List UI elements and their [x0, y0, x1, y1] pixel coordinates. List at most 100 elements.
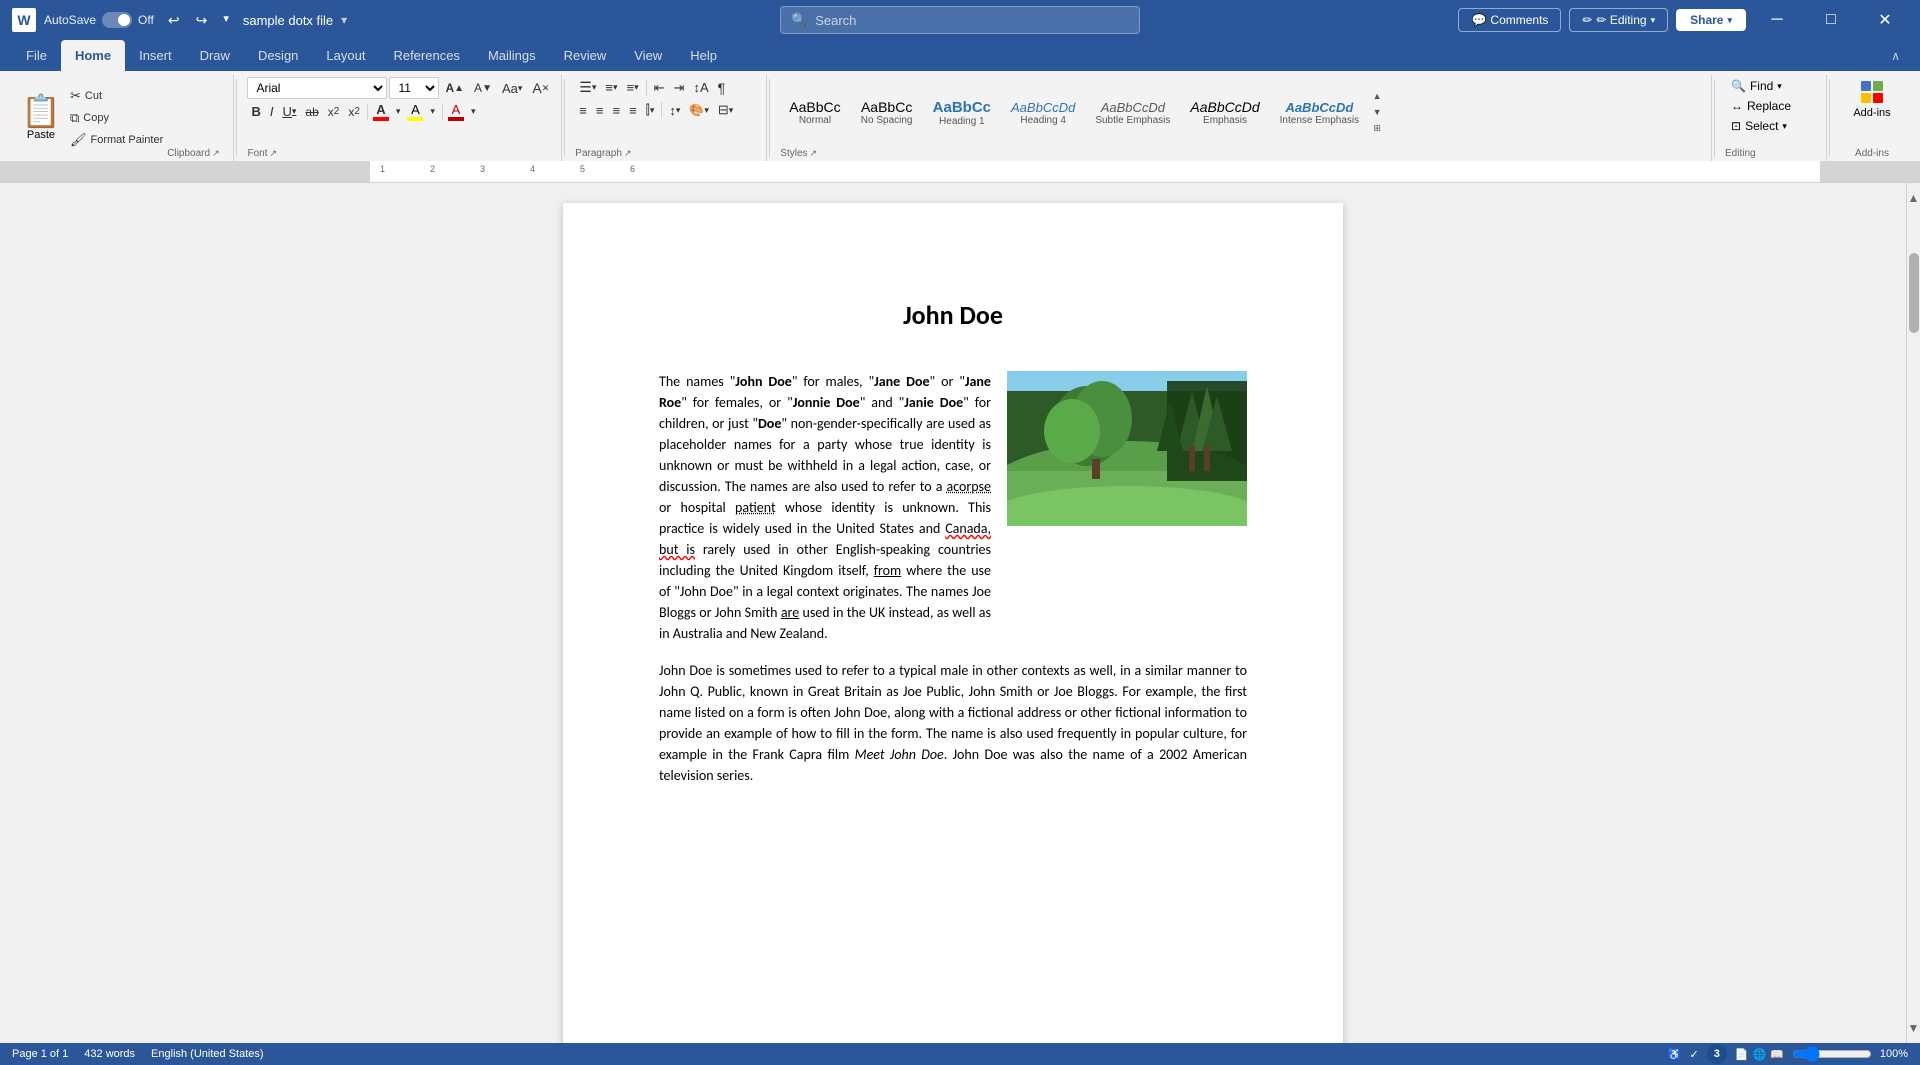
scroll-track[interactable]: [1907, 373, 1920, 1013]
paragraph-marks-button[interactable]: ¶: [714, 78, 730, 98]
comments-button[interactable]: 💬 Comments: [1458, 8, 1561, 32]
scroll-down-button[interactable]: ▼: [1907, 1013, 1920, 1043]
editing-group-label: Editing: [1725, 148, 1756, 159]
zoom-slider[interactable]: [1792, 1046, 1872, 1062]
tab-home[interactable]: Home: [61, 40, 125, 71]
shading-button[interactable]: 🎨▾: [685, 101, 712, 119]
style-heading1[interactable]: AaBbCc Heading 1: [924, 94, 1000, 132]
styles-expand-icon[interactable]: ↗: [810, 148, 818, 159]
font-color-dropdown[interactable]: ▾: [467, 104, 480, 119]
text-color-button[interactable]: A: [371, 101, 391, 122]
tab-file[interactable]: File: [12, 40, 61, 71]
numbering-button[interactable]: ≡▾: [601, 78, 621, 97]
align-center-button[interactable]: ≡: [592, 101, 608, 120]
print-view-button[interactable]: 📄: [1735, 1048, 1749, 1061]
find-button[interactable]: 🔍 Find ▾: [1725, 77, 1797, 95]
maximize-button[interactable]: □: [1808, 0, 1854, 40]
search-box[interactable]: 🔍 Search: [780, 6, 1140, 34]
cut-button[interactable]: ✂ Cut: [66, 86, 167, 106]
styles-more-button[interactable]: ⊞: [1371, 121, 1383, 136]
zoom-level: 100%: [1880, 1048, 1908, 1060]
tab-review[interactable]: Review: [550, 40, 621, 71]
subscript-button[interactable]: x2: [324, 103, 344, 121]
document-page: John Doe The names "John Doe" for males,…: [563, 203, 1343, 1043]
web-view-button[interactable]: 🌐: [1752, 1048, 1766, 1061]
minimize-button[interactable]: ─: [1754, 0, 1800, 40]
tab-mailings[interactable]: Mailings: [474, 40, 550, 71]
styles-scroll-down-button[interactable]: ▼: [1371, 105, 1384, 119]
decrease-font-button[interactable]: A▼: [470, 79, 496, 97]
clipboard-expand-icon[interactable]: ↗: [212, 148, 220, 159]
paste-button[interactable]: 📋 Paste: [16, 77, 66, 159]
highlight-dropdown[interactable]: ▾: [426, 104, 439, 119]
align-right-button[interactable]: ≡: [608, 101, 624, 120]
replace-button[interactable]: ↔ Replace: [1725, 97, 1797, 115]
increase-indent-button[interactable]: ⇥: [670, 78, 689, 98]
style-no-spacing[interactable]: AaBbCc No Spacing: [852, 94, 922, 131]
style-normal[interactable]: AaBbCc Normal: [780, 94, 849, 131]
bullets-button[interactable]: ☰▾: [575, 77, 600, 98]
line-spacing-button[interactable]: ↕▾: [665, 101, 684, 120]
decrease-indent-button[interactable]: ⇤: [650, 78, 669, 98]
superscript-button[interactable]: x2: [344, 103, 364, 121]
ruler-mark-1: 1: [380, 164, 385, 174]
strikethrough-button[interactable]: ab: [301, 103, 322, 121]
style-emphasis[interactable]: AaBbCcDd Emphasis: [1181, 94, 1268, 131]
scroll-thumb[interactable]: [1909, 253, 1919, 333]
tab-references[interactable]: References: [379, 40, 473, 71]
tab-layout[interactable]: Layout: [312, 40, 379, 71]
columns-button[interactable]: ⫿▾: [642, 100, 659, 120]
tab-help[interactable]: Help: [676, 40, 731, 71]
justify-button[interactable]: ≡: [625, 101, 641, 120]
tab-insert[interactable]: Insert: [125, 40, 186, 71]
addins-button[interactable]: Add-ins: [1849, 77, 1894, 123]
document-scroll[interactable]: John Doe The names "John Doe" for males,…: [0, 183, 1906, 1043]
clear-format-button[interactable]: A✕: [528, 78, 553, 98]
highlight-color-button[interactable]: A: [405, 101, 425, 122]
scroll-up-button[interactable]: ▲: [1907, 183, 1920, 213]
paragraph-expand-icon[interactable]: ↗: [624, 148, 632, 159]
addins-icon: [1861, 81, 1883, 103]
text-color-dropdown[interactable]: ▾: [392, 104, 405, 119]
font-expand-icon[interactable]: ↗: [269, 148, 277, 159]
style-intense-emphasis[interactable]: AaBbCcDd Intense Emphasis: [1271, 95, 1369, 131]
filename-dropdown[interactable]: ▾: [341, 13, 347, 27]
align-left-button[interactable]: ≡: [575, 101, 591, 120]
find-icon: 🔍: [1731, 79, 1746, 93]
font-color-button2[interactable]: A: [446, 101, 466, 122]
multilevel-button[interactable]: ≡▾: [623, 78, 643, 97]
select-button[interactable]: ⊡ Select ▾: [1725, 117, 1797, 135]
undo-button[interactable]: ↩: [162, 8, 186, 33]
ruler-left: [0, 161, 370, 182]
clipboard-group: 📋 Paste ✂ Cut ⧉ Copy 🖌 Format Painter Cl…: [8, 75, 234, 161]
share-button[interactable]: Share ▾: [1676, 9, 1746, 31]
font-family-select[interactable]: Arial: [247, 77, 387, 99]
editing-mode-button[interactable]: ✏ ✏ Editing ▾: [1569, 8, 1668, 32]
copy-button[interactable]: ⧉ Copy: [66, 108, 167, 128]
sort-button[interactable]: ↕A: [689, 78, 712, 97]
close-button[interactable]: ✕: [1862, 0, 1908, 40]
italic-button[interactable]: I: [266, 102, 278, 121]
font-size-select[interactable]: 11: [389, 77, 439, 99]
format-painter-button[interactable]: 🖌 Format Painter: [66, 130, 167, 150]
clipboard-small-buttons: ✂ Cut ⧉ Copy 🖌 Format Painter: [66, 77, 167, 159]
style-subtle-emphasis[interactable]: AaBbCcDd Subtle Emphasis: [1086, 95, 1179, 131]
change-case-button[interactable]: Aa▾: [498, 79, 526, 98]
tab-design[interactable]: Design: [244, 40, 312, 71]
customize-button[interactable]: ▾: [217, 8, 235, 33]
read-view-button[interactable]: 📖: [1770, 1048, 1784, 1061]
ruler-mark-6: 6: [630, 164, 635, 174]
styles-scroll-up-button[interactable]: ▲: [1371, 89, 1384, 103]
borders-button[interactable]: ⊟▾: [714, 100, 737, 120]
autosave-toggle[interactable]: [102, 12, 132, 28]
increase-font-button[interactable]: A▲: [441, 79, 468, 97]
redo-button[interactable]: ↪: [190, 8, 214, 33]
font-row2: B I U▾ ab x2 x2 A ▾ A ▾ A ▾: [247, 101, 479, 122]
ribbon-collapse-button[interactable]: ∧: [1883, 41, 1908, 71]
bold-button[interactable]: B: [247, 102, 264, 121]
style-heading4[interactable]: AaBbCcDd Heading 4: [1002, 95, 1084, 131]
scrollbar-right[interactable]: ▲ ▼: [1906, 183, 1920, 1043]
underline-button[interactable]: U▾: [278, 102, 300, 121]
tab-draw[interactable]: Draw: [186, 40, 244, 71]
tab-view[interactable]: View: [620, 40, 676, 71]
